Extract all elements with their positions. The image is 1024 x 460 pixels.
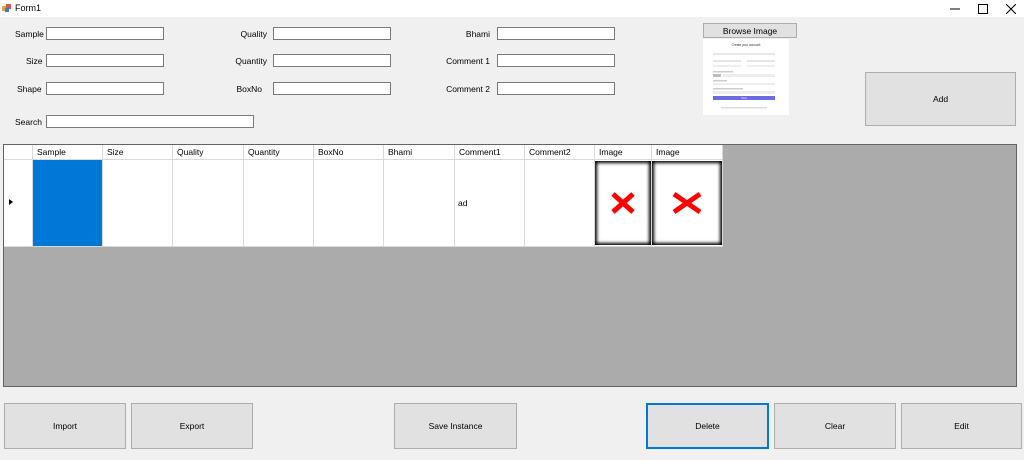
browse-image-button[interactable]: Browse Image <box>703 23 797 38</box>
column-header-bhami[interactable]: Bhami <box>383 145 455 160</box>
preview-heading: Create your account <box>732 43 761 47</box>
size-label: Size <box>26 56 43 66</box>
broken-image-icon <box>652 160 722 245</box>
cell-comment2[interactable] <box>524 159 595 247</box>
size-input[interactable] <box>46 54 164 67</box>
close-icon <box>1006 3 1016 14</box>
image-preview: Create your account Next <box>703 39 789 115</box>
minimize-icon <box>950 8 960 9</box>
close-button[interactable] <box>994 0 1024 17</box>
shape-input[interactable] <box>46 82 164 95</box>
quantity-label: Quantity <box>235 56 267 66</box>
cell-comment1[interactable]: ad <box>454 159 525 247</box>
boxno-label: BoxNo <box>236 84 262 94</box>
comment2-label: Comment 2 <box>446 84 490 94</box>
save-instance-button[interactable]: Save Instance <box>394 403 517 449</box>
data-table: Sample Size Quality Quantity BoxNo Bhami… <box>4 145 723 247</box>
add-button[interactable]: Add <box>865 72 1016 126</box>
column-header-image[interactable]: Image <box>594 145 652 160</box>
comment1-label: Comment 1 <box>446 56 490 66</box>
column-header-comment1[interactable]: Comment1 <box>454 145 525 160</box>
comment2-input[interactable] <box>497 82 615 95</box>
cell-image-2[interactable] <box>651 159 723 247</box>
column-header-image-2[interactable]: Image <box>651 145 723 160</box>
cell-image[interactable] <box>594 159 652 247</box>
current-row-arrow-icon <box>9 198 13 205</box>
cell-quantity[interactable] <box>243 159 314 247</box>
bhami-input[interactable] <box>497 27 615 40</box>
preview-image: Create your account Next <box>703 39 789 115</box>
broken-image-icon <box>595 160 651 245</box>
delete-button[interactable]: Delete <box>646 403 769 449</box>
quality-input[interactable] <box>273 27 391 40</box>
cell-size[interactable] <box>102 159 173 247</box>
sample-label: Sample <box>15 29 44 39</box>
preview-next-label: Next <box>741 96 747 100</box>
cell-bhami[interactable] <box>383 159 455 247</box>
row-header[interactable] <box>4 159 33 247</box>
export-button[interactable]: Export <box>131 403 253 449</box>
column-header-comment2[interactable]: Comment2 <box>524 145 595 160</box>
column-header-quantity[interactable]: Quantity <box>243 145 314 160</box>
table-row[interactable]: ad <box>4 159 723 247</box>
column-header-quality[interactable]: Quality <box>172 145 244 160</box>
shape-label: Shape <box>17 84 42 94</box>
header-row: Sample Size Quality Quantity BoxNo Bhami… <box>4 145 723 160</box>
sample-input[interactable] <box>46 27 164 40</box>
quality-label: Quality <box>240 29 267 39</box>
cell-boxno[interactable] <box>313 159 384 247</box>
search-label: Search <box>15 117 42 127</box>
quantity-input[interactable] <box>273 54 391 67</box>
search-input[interactable] <box>46 115 254 128</box>
data-grid[interactable]: Sample Size Quality Quantity BoxNo Bhami… <box>3 144 1017 387</box>
app-icon <box>2 4 11 12</box>
column-header-size[interactable]: Size <box>102 145 173 160</box>
boxno-input[interactable] <box>273 82 391 95</box>
window-title: Form1 <box>15 3 42 13</box>
clear-button[interactable]: Clear <box>774 403 896 449</box>
cell-quality[interactable] <box>172 159 244 247</box>
row-header-corner[interactable] <box>4 145 33 160</box>
edit-button[interactable]: Edit <box>901 403 1022 449</box>
comment1-input[interactable] <box>497 54 615 67</box>
column-header-sample[interactable]: Sample <box>32 145 103 160</box>
import-button[interactable]: Import <box>4 403 126 449</box>
cell-sample[interactable] <box>32 159 103 247</box>
title-bar <box>0 0 1024 17</box>
column-header-boxno[interactable]: BoxNo <box>313 145 384 160</box>
bhami-label: Bhami <box>465 29 490 39</box>
maximize-icon <box>978 3 988 14</box>
